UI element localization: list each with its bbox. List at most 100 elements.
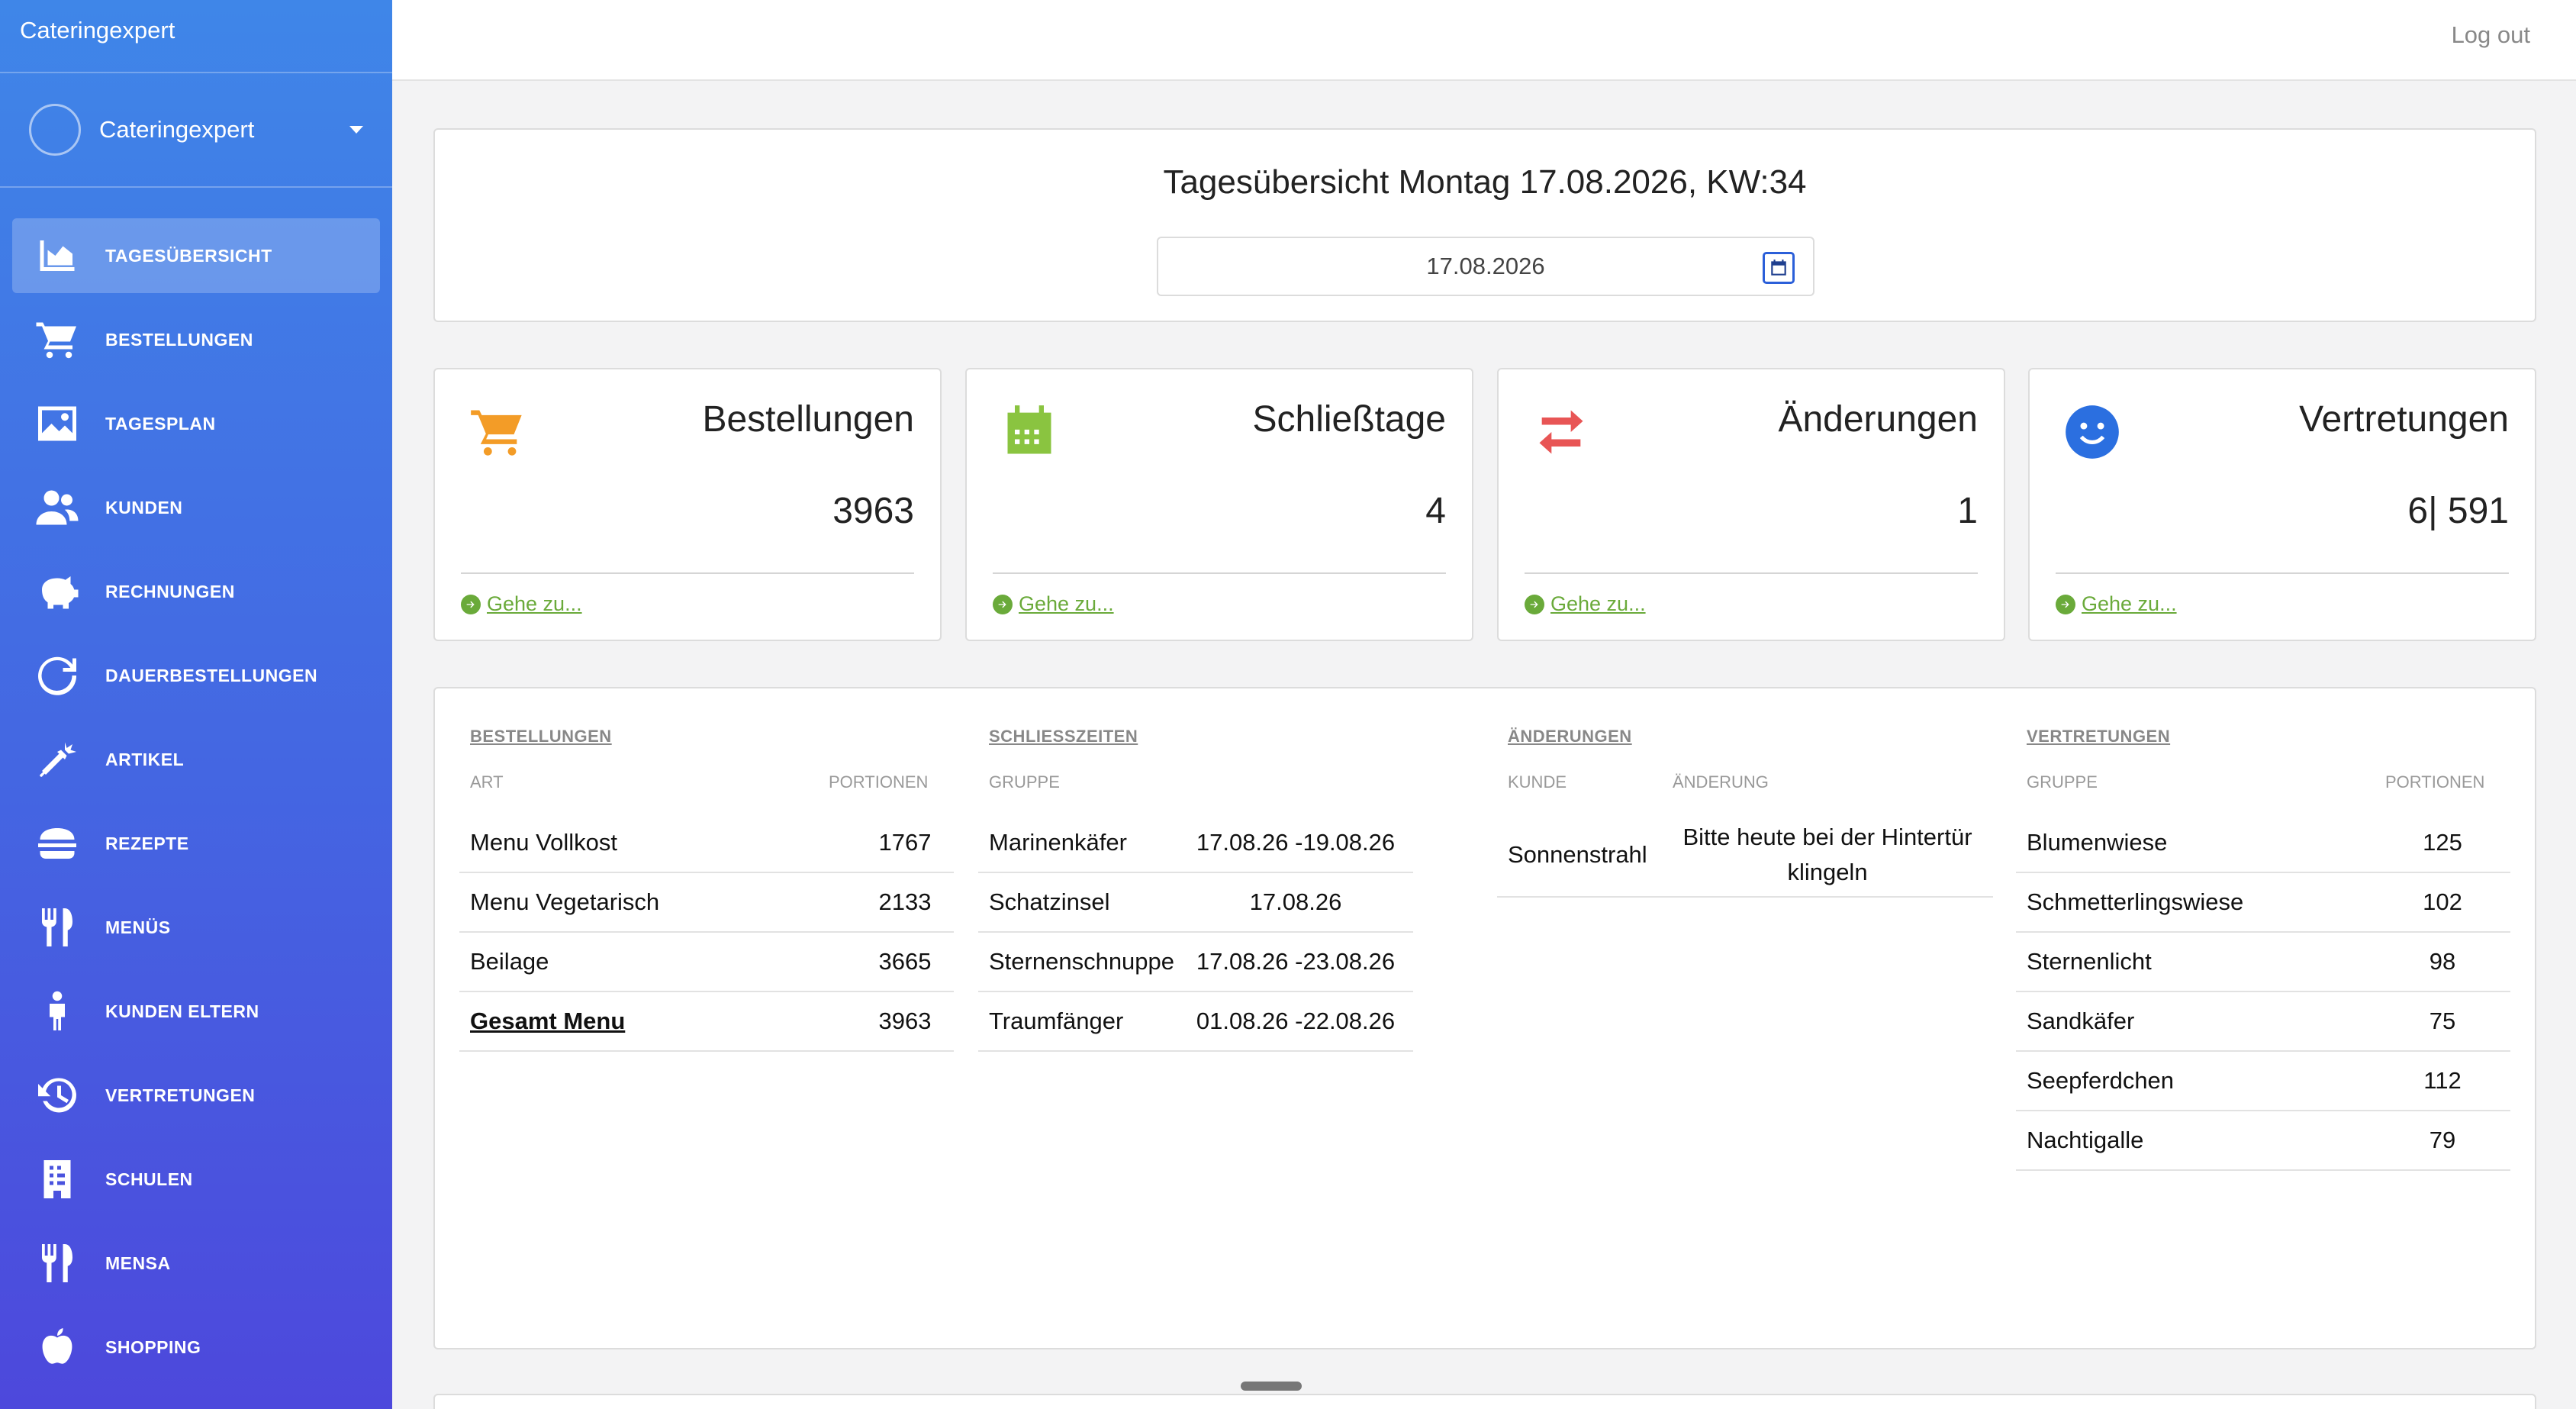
- sidebar-item-tagesuebersicht[interactable]: TAGESÜBERSICHT: [12, 218, 380, 293]
- cart-icon: [34, 316, 81, 363]
- cell: 3963: [878, 1008, 932, 1034]
- sidebar-nav: TAGESÜBERSICHT BESTELLUNGEN TAGESPLAN KU…: [0, 218, 392, 1385]
- stat-title: Vertretungen: [2299, 399, 2509, 440]
- divider: [1525, 572, 1978, 574]
- divider: [2056, 572, 2509, 574]
- apple-icon: [34, 1324, 81, 1371]
- table-row: Sonnenstrahl Bitte heute bei der Hintert…: [1497, 814, 1993, 898]
- stat-card-aenderungen: Änderungen 1 Gehe zu...: [1497, 368, 2005, 641]
- calendar-icon[interactable]: [1763, 252, 1795, 284]
- goto-link-label: Gehe zu...: [1550, 592, 1646, 615]
- page-title: Tagesübersicht Montag 17.08.2026, KW:34: [1163, 163, 1807, 201]
- table-row: Menu Vegetarisch 2133: [459, 873, 954, 933]
- sidebar-item-kunden-eltern[interactable]: KUNDEN ELTERN: [12, 974, 380, 1049]
- sidebar: Cateringexpert Cateringexpert TAGESÜBERS…: [0, 0, 392, 1409]
- sidebar-item-rechnungen[interactable]: RECHNUNGEN: [12, 554, 380, 629]
- table-heading[interactable]: ÄNDERUNGEN: [1497, 727, 1993, 746]
- sidebar-item-bestellungen[interactable]: BESTELLUNGEN: [12, 302, 380, 377]
- table-heading[interactable]: BESTELLUNGEN: [459, 727, 954, 746]
- cell: Sternenschnuppe: [989, 948, 1175, 975]
- cell: 102: [2423, 888, 2462, 915]
- sidebar-item-mensa[interactable]: MENSA: [12, 1226, 380, 1301]
- refresh-icon: [34, 652, 81, 699]
- cell: Beilage: [470, 948, 549, 975]
- table-row: Schatzinsel 17.08.26: [978, 873, 1413, 933]
- date-input[interactable]: 17.08.2026: [1157, 237, 1814, 296]
- table-header-row: GRUPPE: [978, 772, 1413, 792]
- cell: Schatzinsel: [989, 888, 1110, 915]
- stat-card-schliesstage: Schließtage 4 Gehe zu...: [965, 368, 1473, 641]
- arrow-right-circle-icon: [461, 594, 481, 614]
- divider: [993, 572, 1446, 574]
- sidebar-item-vertretungen[interactable]: VERTRETUNGEN: [12, 1058, 380, 1133]
- cell: Blumenwiese: [2027, 829, 2168, 856]
- user-menu[interactable]: Cateringexpert: [0, 73, 392, 188]
- goto-link[interactable]: Gehe zu...: [993, 592, 1114, 616]
- sidebar-item-menues[interactable]: MENÜS: [12, 890, 380, 965]
- cutlery-icon: [34, 904, 81, 951]
- table-schliesszeiten: SCHLIESSZEITEN GRUPPE Marinenkäfer 17.08…: [978, 727, 1413, 1052]
- table-row: Seepferdchen 112: [2016, 1052, 2510, 1111]
- day-overview-header: Tagesübersicht Montag 17.08.2026, KW:34 …: [433, 128, 2536, 322]
- cell[interactable]: Gesamt Menu: [470, 1008, 867, 1035]
- cell: 2133: [878, 888, 932, 915]
- sidebar-item-rezepte[interactable]: REZEPTE: [12, 806, 380, 881]
- sidebar-item-shopping[interactable]: SHOPPING: [12, 1310, 380, 1385]
- table-heading[interactable]: SCHLIESSZEITEN: [978, 727, 1413, 746]
- avatar: [29, 104, 81, 156]
- sidebar-item-label: TAGESPLAN: [105, 413, 216, 434]
- table-bestellungen: BESTELLUNGEN ART PORTIONEN Menu Vollkost…: [459, 727, 954, 1052]
- cell: Seepferdchen: [2027, 1067, 2175, 1094]
- sidebar-item-label: REZEPTE: [105, 833, 189, 853]
- goto-link[interactable]: Gehe zu...: [2056, 592, 2177, 616]
- chevron-down-icon: [349, 126, 363, 134]
- sidebar-item-artikel[interactable]: ARTIKEL: [12, 722, 380, 797]
- sidebar-item-label: KUNDEN ELTERN: [105, 1001, 259, 1021]
- cell: 112: [2423, 1067, 2462, 1094]
- sidebar-item-label: TAGESÜBERSICHT: [105, 245, 272, 266]
- cell: Schmetterlingswiese: [2027, 888, 2244, 915]
- sidebar-item-kunden[interactable]: KUNDEN: [12, 470, 380, 545]
- goto-link-label: Gehe zu...: [1019, 592, 1114, 615]
- sidebar-item-label: RECHNUNGEN: [105, 581, 235, 601]
- table-row: Sandkäfer 75: [2016, 992, 2510, 1052]
- area-chart-icon: [34, 232, 81, 279]
- table-header-row: KUNDE ÄNDERUNG: [1497, 772, 1993, 792]
- drag-handle[interactable]: [1241, 1382, 1302, 1391]
- sidebar-item-tagesplan[interactable]: TAGESPLAN: [12, 386, 380, 461]
- stat-title: Schließtage: [1252, 399, 1446, 440]
- sidebar-item-label: SHOPPING: [105, 1336, 201, 1357]
- divider: [461, 572, 914, 574]
- summary-tables: BESTELLUNGEN ART PORTIONEN Menu Vollkost…: [433, 687, 2536, 1349]
- date-value: 17.08.2026: [1426, 253, 1545, 279]
- cell: 17.08.26: [1249, 888, 1342, 915]
- piggy-bank-icon: [34, 568, 81, 615]
- cell: Traumfänger: [989, 1008, 1124, 1034]
- sidebar-item-label: KUNDEN: [105, 497, 183, 517]
- table-row: Sternenlicht 98: [2016, 933, 2510, 992]
- goto-link[interactable]: Gehe zu...: [461, 592, 582, 616]
- cell: Marinenkäfer: [989, 829, 1127, 856]
- table-row: Sternenschnuppe 17.08.26 -23.08.26: [978, 933, 1413, 992]
- cell: 79: [2429, 1127, 2456, 1153]
- table-row: Marinenkäfer 17.08.26 -19.08.26: [978, 814, 1413, 873]
- arrow-right-circle-icon: [2056, 594, 2075, 614]
- brand-title[interactable]: Cateringexpert: [0, 0, 392, 73]
- cell: Bitte heute bei der Hintertür klingeln: [1682, 824, 1972, 885]
- cell: Menu Vegetarisch: [470, 888, 660, 915]
- goto-link[interactable]: Gehe zu...: [1525, 592, 1646, 616]
- goto-link-label: Gehe zu...: [487, 592, 582, 615]
- sidebar-item-label: MENÜS: [105, 917, 171, 937]
- table-heading[interactable]: VERTRETUNGEN: [2016, 727, 2510, 746]
- table-row: Schmetterlingswiese 102: [2016, 873, 2510, 933]
- stat-value: 4: [1425, 491, 1446, 531]
- sidebar-item-label: MENSA: [105, 1253, 171, 1273]
- table-row: Menu Vollkost 1767: [459, 814, 954, 873]
- table-row: Blumenwiese 125: [2016, 814, 2510, 873]
- sidebar-item-dauerbestellungen[interactable]: DAUERBESTELLUNGEN: [12, 638, 380, 713]
- sidebar-item-schulen[interactable]: SCHULEN: [12, 1142, 380, 1217]
- smiley-icon: [2063, 403, 2121, 461]
- stat-card-vertretungen: Vertretungen 6| 591 Gehe zu...: [2028, 368, 2536, 641]
- logout-link[interactable]: Log out: [2452, 21, 2530, 49]
- table-aenderungen: ÄNDERUNGEN KUNDE ÄNDERUNG Sonnenstrahl B…: [1497, 727, 1993, 898]
